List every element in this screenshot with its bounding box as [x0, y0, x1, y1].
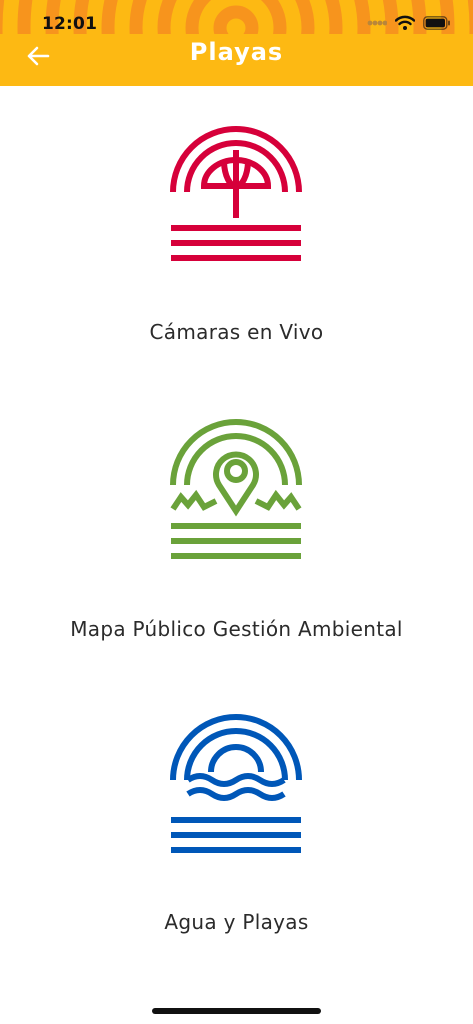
menu-item-label: Mapa Público Gestión Ambiental [70, 617, 403, 641]
home-indicator[interactable] [152, 1008, 321, 1014]
wifi-icon [395, 15, 415, 30]
battery-icon [423, 16, 450, 30]
app-header: 12:01 Playas [0, 0, 473, 86]
status-icons [367, 15, 451, 31]
page-title: Playas [189, 38, 284, 66]
menu-item-label: Cámaras en Vivo [149, 320, 324, 344]
menu-item-agua-y-playas[interactable]: Agua y Playas [0, 700, 473, 960]
beach-umbrella-icon [170, 126, 302, 261]
signal-dots-icon [367, 20, 387, 26]
map-pin-landscape-icon [170, 419, 302, 559]
status-time: 12:01 [42, 14, 98, 34]
menu-item-label: Agua y Playas [164, 910, 309, 934]
menu-item-camaras-en-vivo[interactable]: Cámaras en Vivo [0, 110, 473, 370]
sunset-waves-icon [170, 714, 302, 853]
menu-item-mapa-publico[interactable]: Mapa Público Gestión Ambiental [0, 405, 473, 665]
